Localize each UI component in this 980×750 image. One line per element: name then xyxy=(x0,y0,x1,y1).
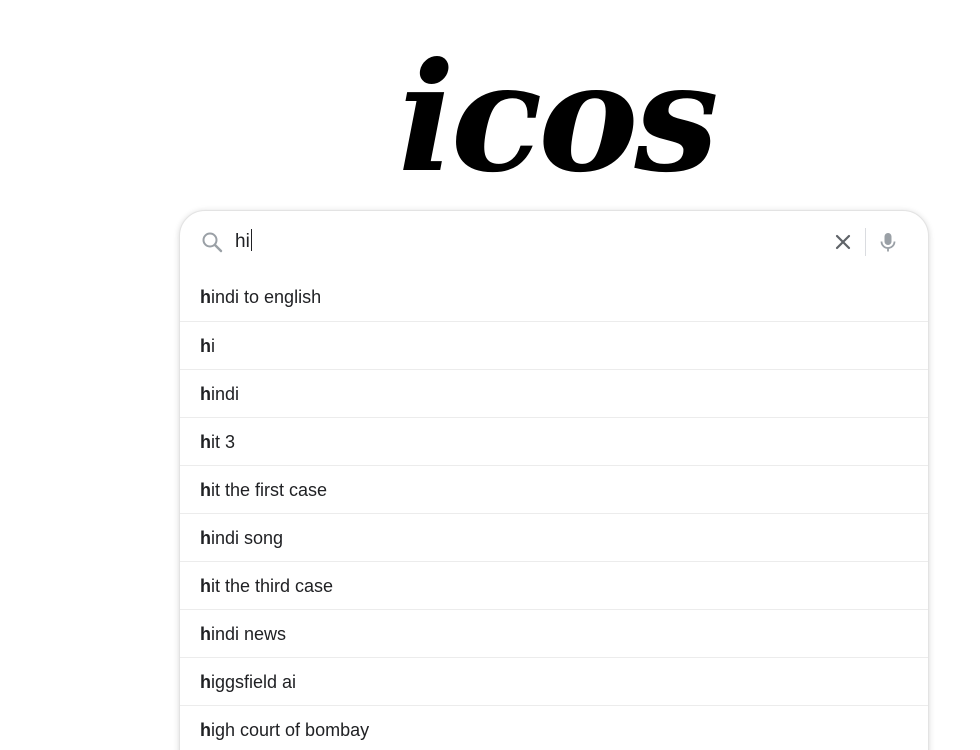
suggestion-completion: indi news xyxy=(211,624,287,644)
suggestion-completion: indi to english xyxy=(211,287,322,307)
search-divider xyxy=(865,228,866,256)
suggestion-completion: i xyxy=(211,336,215,356)
suggestion-match: h xyxy=(200,576,211,596)
logo-image: icos xyxy=(398,48,720,193)
suggestion-item[interactable]: hindi to english xyxy=(180,273,928,321)
close-icon xyxy=(835,234,851,250)
suggestion-text: hi xyxy=(200,334,215,358)
suggestion-text: hindi song xyxy=(200,526,283,550)
suggestion-match: h xyxy=(200,287,211,307)
search-input-value: hi xyxy=(235,231,250,252)
text-caret xyxy=(250,229,252,251)
suggestion-text: hindi to english xyxy=(200,285,321,309)
suggestion-item[interactable]: hit the first case xyxy=(180,465,928,513)
suggestion-text: higgsfield ai xyxy=(200,670,296,694)
search-icon xyxy=(200,230,224,254)
suggestion-match: h xyxy=(200,384,211,404)
suggestion-match: h xyxy=(200,336,211,356)
suggestion-completion: it the first case xyxy=(211,480,328,500)
suggestion-text: high court of bombay xyxy=(200,718,369,742)
suggestion-completion: indi xyxy=(211,384,240,404)
clear-search-button[interactable] xyxy=(830,229,856,255)
suggestion-item[interactable]: hindi song xyxy=(180,513,928,561)
voice-search-button[interactable] xyxy=(875,229,901,255)
suggestion-completion: it 3 xyxy=(211,432,236,452)
suggestion-completion: igh court of bombay xyxy=(211,720,370,740)
suggestion-text: hit the third case xyxy=(200,574,333,598)
search-bar: hi xyxy=(180,211,928,273)
suggestion-text: hindi news xyxy=(200,622,286,646)
search-input[interactable]: hi xyxy=(235,229,252,255)
suggestion-item[interactable]: hindi news xyxy=(180,609,928,657)
suggestion-completion: indi song xyxy=(211,528,284,548)
suggestion-match: h xyxy=(200,720,211,740)
logo: icos xyxy=(390,48,720,193)
suggestion-item[interactable]: higgsfield ai xyxy=(180,657,928,705)
suggestion-item[interactable]: hit 3 xyxy=(180,417,928,465)
suggestion-match: h xyxy=(200,528,211,548)
suggestion-match: h xyxy=(200,432,211,452)
search-page: icos hi hindi to english hi hindi hit 3 … xyxy=(0,0,980,750)
suggestion-list: hindi to english hi hindi hit 3 hit the … xyxy=(180,273,928,750)
microphone-icon xyxy=(880,233,896,252)
suggestion-item[interactable]: hindi xyxy=(180,369,928,417)
suggestion-item[interactable]: hit the third case xyxy=(180,561,928,609)
suggestion-match: h xyxy=(200,624,211,644)
suggestion-text: hindi xyxy=(200,382,239,406)
suggestion-text: hit the first case xyxy=(200,478,327,502)
suggestion-completion: it the third case xyxy=(211,576,334,596)
logo-text: icos xyxy=(398,48,716,193)
suggestion-match: h xyxy=(200,480,211,500)
suggestion-item[interactable]: high court of bombay xyxy=(180,705,928,750)
suggestion-match: h xyxy=(200,672,211,692)
suggestion-completion: iggsfield ai xyxy=(211,672,297,692)
suggestion-text: hit 3 xyxy=(200,430,235,454)
suggestion-item[interactable]: hi xyxy=(180,321,928,369)
search-panel: hi hindi to english hi hindi hit 3 hit t… xyxy=(179,210,929,750)
